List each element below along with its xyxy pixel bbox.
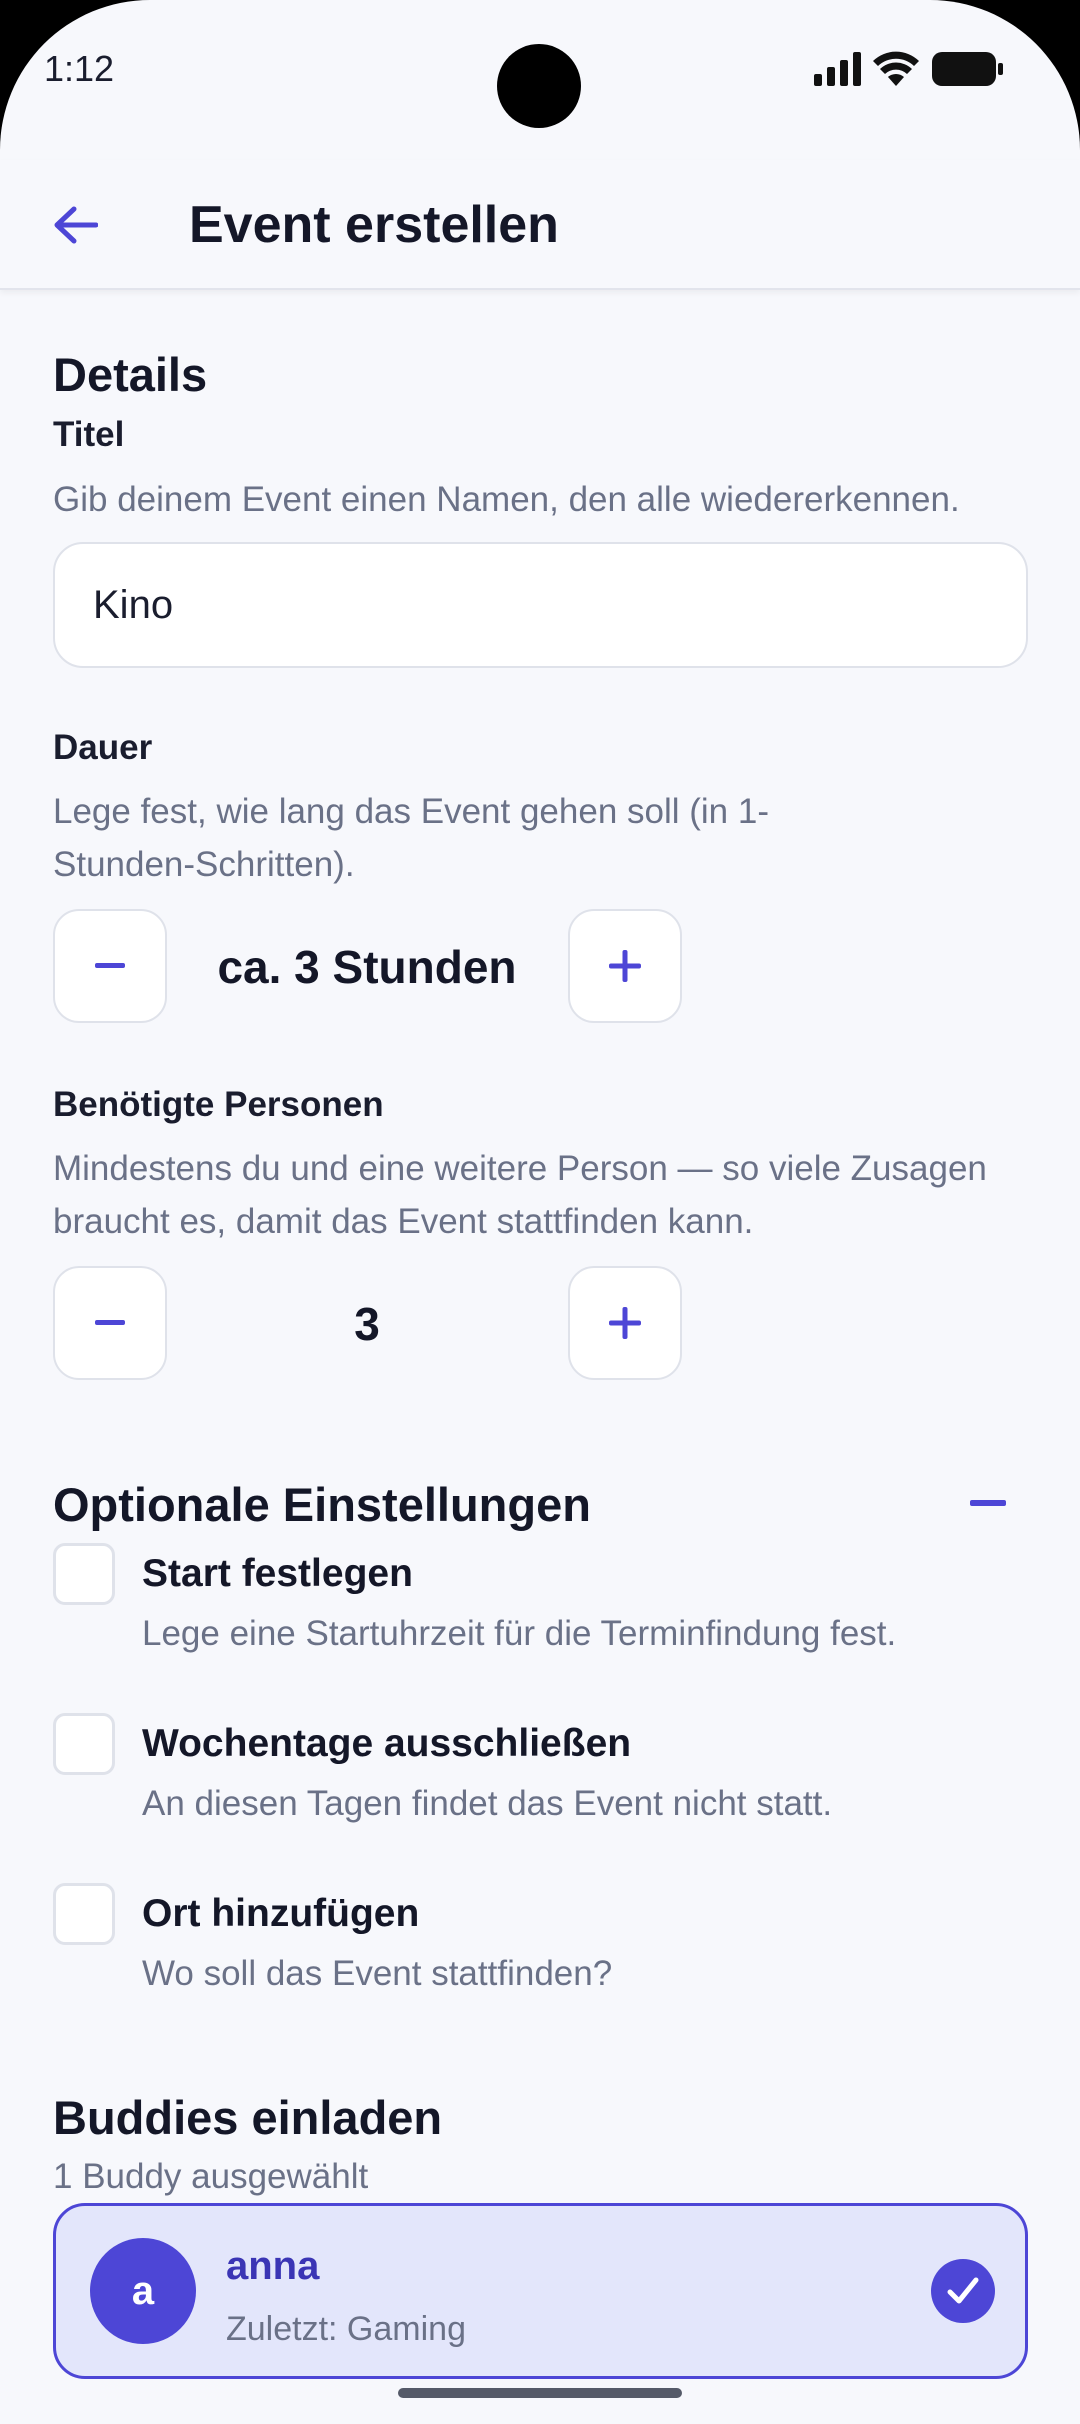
persons-increase-button[interactable]	[568, 1266, 682, 1380]
camera-cutout	[497, 44, 581, 128]
option-title: Start festlegen	[142, 1552, 413, 1595]
option-description: An diesen Tagen findet das Event nicht s…	[142, 1784, 833, 1823]
duration-increase-button[interactable]	[568, 909, 682, 1023]
duration-decrease-button[interactable]	[53, 909, 167, 1023]
arrow-left-icon	[54, 206, 98, 244]
weekdays-checkbox[interactable]	[53, 1713, 115, 1775]
title-input[interactable]	[53, 542, 1028, 668]
app-bar: Event erstellen	[0, 160, 1080, 290]
persons-value: 3	[354, 1298, 380, 1350]
start-checkbox[interactable]	[53, 1543, 115, 1605]
details-section-title: Details	[53, 348, 208, 401]
optional-section-title: Optionale Einstellungen	[53, 1478, 591, 1531]
buddy-card[interactable]: a anna Zuletzt: Gaming	[53, 2203, 1028, 2379]
plus-icon	[609, 1307, 641, 1339]
avatar: a	[90, 2238, 196, 2344]
buddy-name: anna	[226, 2244, 320, 2288]
title-label: Titel	[53, 415, 125, 454]
page-title: Event erstellen	[189, 196, 559, 254]
option-title: Ort hinzufügen	[142, 1892, 420, 1935]
back-button[interactable]	[40, 190, 110, 260]
minus-icon	[95, 963, 125, 968]
duration-label: Dauer	[53, 728, 153, 767]
optional-collapse-button[interactable]	[958, 1473, 1018, 1533]
signal-icon	[814, 52, 861, 86]
title-helper: Gib deinem Event einen Namen, den alle w…	[53, 480, 960, 519]
duration-value: ca. 3 Stunden	[217, 941, 517, 993]
persons-helper: Mindestens du und eine weitere Person — …	[53, 1149, 987, 1241]
option-description: Lege eine Startuhrzeit für die Terminfin…	[142, 1614, 897, 1653]
option-title: Wochentage ausschließen	[142, 1722, 632, 1765]
option-description: Wo soll das Event stattfinden?	[142, 1954, 613, 1993]
selected-check	[931, 2259, 995, 2323]
battery-icon	[932, 52, 1003, 86]
checkmark-icon	[947, 2277, 979, 2304]
screen: 1:12 Event erstellen Details Titel Gib d…	[0, 0, 1080, 2424]
status-time: 1:12	[44, 48, 115, 89]
persons-label: Benötigte Personen	[53, 1085, 384, 1124]
plus-icon	[609, 950, 641, 982]
minus-icon	[95, 1320, 125, 1325]
home-indicator[interactable]	[398, 2388, 682, 2398]
minus-icon	[970, 1500, 1006, 1506]
buddy-subtitle: Zuletzt: Gaming	[226, 2310, 466, 2348]
buddies-selected-count: 1 Buddy ausgewählt	[53, 2157, 369, 2196]
buddies-section-title: Buddies einladen	[53, 2091, 443, 2144]
duration-helper: Lege fest, wie lang das Event gehen soll…	[53, 792, 769, 884]
wifi-icon	[873, 51, 919, 86]
persons-decrease-button[interactable]	[53, 1266, 167, 1380]
location-checkbox[interactable]	[53, 1883, 115, 1945]
